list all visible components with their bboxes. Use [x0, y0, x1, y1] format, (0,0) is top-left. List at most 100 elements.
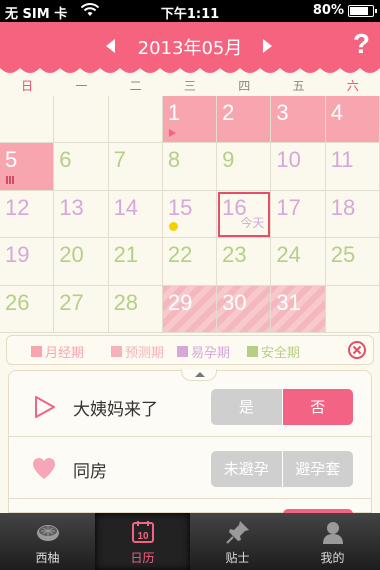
- day-number: 17: [276, 194, 301, 220]
- intercourse-label: 同房: [73, 462, 107, 482]
- calendar-empty-cell: [0, 96, 55, 144]
- day-number: 14: [113, 194, 139, 220]
- calendar-day-9[interactable]: 9: [217, 143, 272, 191]
- no-contraception-button[interactable]: 未避孕: [211, 451, 282, 487]
- legend-swatch: [31, 346, 42, 357]
- help-icon[interactable]: ?: [353, 28, 370, 60]
- weekday-label: 五: [292, 79, 305, 93]
- calendar-day-31[interactable]: 31: [271, 285, 326, 333]
- period-label: 大姨妈来了: [73, 400, 158, 420]
- calendar-day-6[interactable]: 6: [54, 143, 109, 191]
- day-number: 18: [330, 194, 356, 220]
- calendar-day-18[interactable]: 18: [325, 190, 380, 239]
- battery-icon: [348, 5, 377, 17]
- calendar-day-27[interactable]: 27: [54, 285, 109, 333]
- period-toggle: 是 否: [211, 389, 353, 425]
- calendar-day-4[interactable]: 4: [325, 96, 380, 144]
- legend-bar: 月经期 预测期 易孕期 安全期: [6, 335, 374, 365]
- legend-item-predict: 预测期: [111, 342, 164, 361]
- legend-item-fertile: 易孕期: [177, 342, 230, 361]
- day-number: 24: [276, 242, 301, 268]
- close-legend-icon[interactable]: [347, 340, 367, 360]
- calendar-empty-cell: [325, 285, 380, 333]
- header-scallop-edge: [0, 64, 380, 73]
- day-number: 25: [330, 242, 356, 268]
- play-outline-icon: [35, 396, 55, 418]
- calendar-day-14[interactable]: 14: [108, 190, 163, 239]
- calendar-day-5[interactable]: 5: [0, 143, 55, 191]
- tab-calendar[interactable]: 10 日历: [95, 513, 190, 570]
- calendar-day-26[interactable]: 26: [0, 285, 55, 333]
- day-number: 22: [167, 242, 193, 268]
- tab-grapefruit[interactable]: 西柚: [0, 513, 95, 570]
- calendar-day-10[interactable]: 10: [271, 143, 326, 191]
- calendar-day-30[interactable]: 30: [217, 285, 272, 333]
- day-number: 15: [167, 194, 193, 220]
- prev-month-arrow-icon[interactable]: [100, 36, 122, 56]
- calendar-day-19[interactable]: 19: [0, 238, 55, 286]
- calendar-day-15[interactable]: 15: [162, 190, 218, 239]
- heart-icon: [33, 458, 55, 479]
- calendar-day-17[interactable]: 17: [271, 190, 326, 239]
- calendar-day-16[interactable]: 16 今天: [217, 190, 272, 239]
- weekday-label: 四: [238, 79, 251, 93]
- day-number: 3: [276, 100, 289, 125]
- legend-label: 易孕期: [191, 346, 231, 361]
- calendar-day-2[interactable]: 2: [217, 96, 272, 144]
- today-label: 今天: [240, 216, 265, 231]
- tab-label: 西柚: [35, 551, 60, 565]
- svg-text:10: 10: [137, 531, 149, 542]
- calendar-day-8[interactable]: 8: [162, 143, 218, 191]
- calendar-day-22[interactable]: 22: [162, 238, 218, 286]
- weekday-label: 六: [346, 79, 359, 93]
- legend-label: 预测期: [125, 346, 165, 361]
- calendar-day-23[interactable]: 23: [217, 238, 272, 286]
- tab-tips[interactable]: 贴士: [190, 513, 285, 570]
- tab-mine[interactable]: 我的: [285, 513, 380, 570]
- tab-label: 我的: [320, 551, 345, 565]
- intercourse-row: 同房 未避孕 避孕套: [9, 437, 371, 499]
- calendar-day-1[interactable]: 1: [162, 96, 218, 144]
- calendar-day-25[interactable]: 25: [325, 238, 380, 286]
- day-number: 23: [222, 242, 247, 268]
- calendar-day-24[interactable]: 24: [271, 238, 326, 286]
- period-yes-button[interactable]: 是: [211, 389, 282, 425]
- month-title: 2013年05月: [137, 38, 243, 59]
- legend-swatch: [247, 346, 258, 357]
- calendar-day-21[interactable]: 21: [108, 238, 163, 286]
- next-month-arrow-icon[interactable]: [256, 36, 278, 56]
- calendar-day-29[interactable]: 29: [162, 285, 218, 333]
- calendar-day-13[interactable]: 13: [54, 190, 109, 239]
- day-number: 27: [59, 289, 84, 315]
- period-start-marker-icon: [168, 129, 176, 138]
- calendar-day-20[interactable]: 20: [54, 238, 109, 286]
- day-number: 2: [222, 100, 235, 125]
- user-icon: [323, 522, 343, 544]
- calendar-day-7[interactable]: 7: [108, 143, 163, 191]
- day-number: 4: [330, 100, 343, 125]
- legend-swatch: [111, 346, 122, 357]
- day-number: 7: [113, 147, 126, 173]
- calendar-day-3[interactable]: 3: [271, 96, 326, 144]
- legend-label: 安全期: [261, 346, 301, 361]
- calendar-day-28[interactable]: 28: [108, 285, 163, 333]
- day-number: 9: [222, 147, 235, 173]
- calendar-day-11[interactable]: 11: [325, 143, 380, 191]
- period-no-button[interactable]: 否: [282, 389, 353, 425]
- day-number: 12: [5, 194, 30, 220]
- contraception-toggle: 未避孕 避孕套: [211, 451, 353, 487]
- tab-bar: 西柚 10 日历 贴士 我的: [0, 513, 380, 570]
- calendar-day-12[interactable]: 12: [0, 190, 55, 239]
- day-number: 20: [59, 242, 84, 268]
- tab-label: 贴士: [225, 551, 250, 565]
- weekday-label: 二: [129, 79, 142, 93]
- grapefruit-icon: [37, 525, 59, 541]
- day-number: 5: [5, 147, 18, 173]
- status-bar: 无 SIM 卡 下午1:11 80%: [0, 0, 380, 22]
- flow-marker-icon: [6, 175, 15, 184]
- condom-button[interactable]: 避孕套: [282, 451, 353, 487]
- day-number: 30: [222, 289, 247, 315]
- weekday-label: 三: [183, 79, 196, 93]
- battery-percent: 80%: [312, 3, 344, 18]
- day-number: 10: [276, 147, 301, 173]
